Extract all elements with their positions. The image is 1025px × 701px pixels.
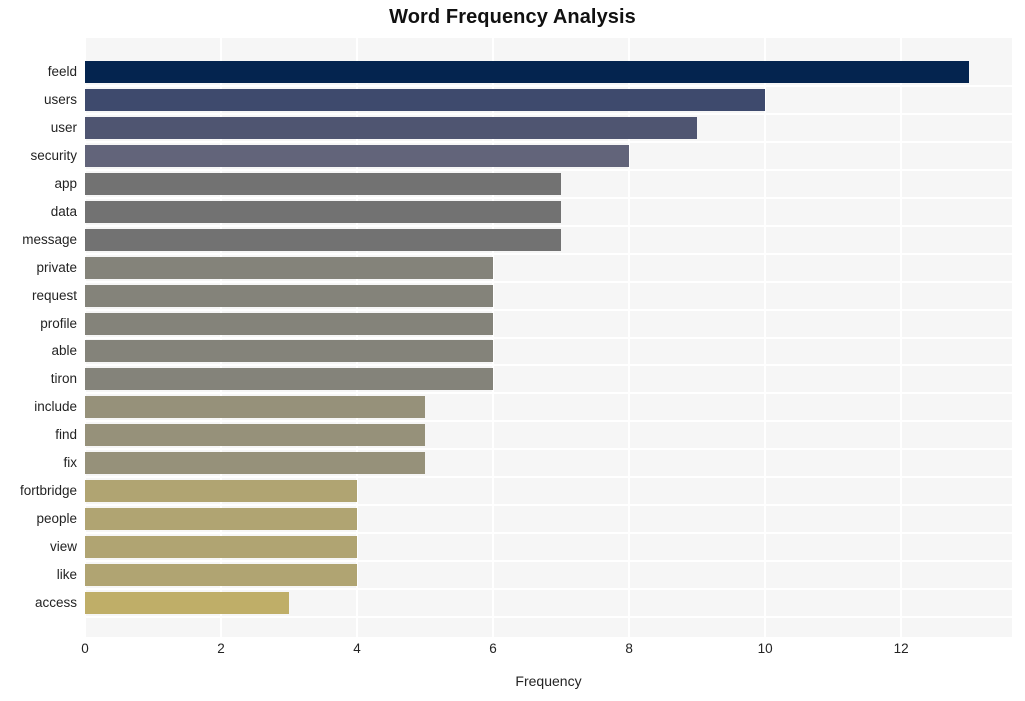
horizontal-gridline	[85, 532, 1012, 534]
horizontal-gridline	[85, 392, 1012, 394]
y-axis-tick-label: message	[22, 232, 77, 247]
horizontal-gridline	[85, 85, 1012, 87]
y-axis-tick-label: profile	[40, 316, 77, 331]
bar	[85, 340, 493, 362]
bar	[85, 452, 425, 474]
bar	[85, 89, 765, 111]
bar	[85, 368, 493, 390]
bar	[85, 117, 697, 139]
horizontal-gridline	[85, 281, 1012, 283]
x-axis-tick-label: 12	[893, 641, 909, 656]
bar	[85, 396, 425, 418]
y-axis-tick-label: request	[31, 288, 77, 303]
horizontal-gridline	[85, 337, 1012, 339]
chart-figure: Word Frequency Analysis feeld users user se…	[0, 0, 1025, 701]
plot-area	[85, 38, 1012, 637]
y-axis-tick-label: data	[50, 204, 77, 219]
x-axis-tick-label: 10	[757, 641, 773, 656]
x-axis-tick-label: 2	[217, 641, 225, 656]
y-axis-tick-label: fortbridge	[19, 483, 77, 498]
bar	[85, 145, 629, 167]
horizontal-gridline	[85, 225, 1012, 227]
y-axis-tick-label: users	[43, 92, 77, 107]
bar	[85, 424, 425, 446]
horizontal-gridline	[85, 169, 1012, 171]
x-axis-tick-label: 8	[625, 641, 633, 656]
bar	[85, 173, 561, 195]
bar	[85, 536, 357, 558]
y-axis-tick-label: include	[34, 399, 77, 414]
bar	[85, 201, 561, 223]
bar	[85, 313, 493, 335]
bar	[85, 508, 357, 530]
x-axis-tick-label: 6	[489, 641, 497, 656]
horizontal-gridline	[85, 197, 1012, 199]
horizontal-gridline	[85, 476, 1012, 478]
horizontal-gridline	[85, 616, 1012, 618]
x-axis-tick-labels: 0 2 4 6 8 10 12	[0, 641, 1025, 663]
y-axis-tick-label: feeld	[47, 64, 77, 79]
bar	[85, 61, 969, 83]
y-axis-tick-label: view	[49, 539, 77, 554]
bar	[85, 229, 561, 251]
y-axis-tick-label: private	[36, 260, 77, 275]
horizontal-gridline	[85, 588, 1012, 590]
chart-title: Word Frequency Analysis	[389, 6, 636, 28]
y-axis-tick-label: app	[54, 176, 77, 191]
horizontal-gridline	[85, 504, 1012, 506]
x-axis-label: Frequency	[515, 673, 582, 689]
horizontal-gridline	[85, 113, 1012, 115]
y-axis-tick-label: security	[30, 148, 77, 163]
x-axis-tick-label: 0	[81, 641, 89, 656]
horizontal-gridline	[85, 560, 1012, 562]
x-axis-tick-label: 4	[353, 641, 361, 656]
bar	[85, 564, 357, 586]
y-axis-tick-label: fix	[63, 455, 78, 470]
horizontal-gridline	[85, 448, 1012, 450]
horizontal-gridline	[85, 141, 1012, 143]
horizontal-gridline	[85, 309, 1012, 311]
bar	[85, 257, 493, 279]
y-axis-tick-labels: feeld users user security app data message priv…	[0, 38, 77, 637]
y-axis-tick-label: like	[56, 567, 77, 582]
y-axis-tick-label: find	[55, 427, 77, 442]
y-axis-tick-label: people	[36, 511, 77, 526]
y-axis-tick-label: tiron	[50, 371, 77, 386]
horizontal-gridline	[85, 420, 1012, 422]
bar	[85, 592, 289, 614]
y-axis-tick-label: access	[34, 595, 77, 610]
y-axis-tick-label: able	[51, 343, 77, 358]
y-axis-tick-label: user	[50, 120, 77, 135]
bar	[85, 480, 357, 502]
horizontal-gridline	[85, 364, 1012, 366]
bar	[85, 285, 493, 307]
horizontal-gridline	[85, 253, 1012, 255]
